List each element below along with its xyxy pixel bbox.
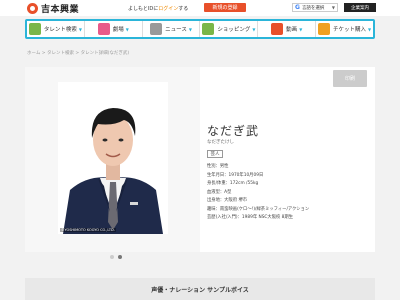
chevron-down-icon: ▼	[299, 26, 303, 32]
profile-card: ©YOSHIMOTO KOGYO CO.,LTD. 印刷 なだぎ武 なだぎたけし…	[25, 67, 375, 252]
profile-detail-row: 生年月日：1970年10月09日	[207, 172, 264, 178]
nav-item-label: ショッピング	[217, 27, 251, 33]
nav-item-label: ニュース	[165, 27, 187, 33]
photo-area: ©YOSHIMOTO KOGYO CO.,LTD.	[25, 67, 200, 252]
nav-item-label: 劇場	[112, 27, 124, 33]
carousel-dots	[110, 255, 126, 259]
breadcrumb: ホーム > タレント検索 > タレント詳細(なだぎ武)	[27, 51, 130, 56]
main-nav: タレント検索 ▼ 劇場 ▼ ニュース ▼ ショッピング ▼ 動画 ▼ チケット購入 ▼	[25, 19, 375, 39]
carousel-dot[interactable]	[118, 255, 122, 259]
nav-item-5[interactable]: チケット購入 ▼	[316, 21, 373, 37]
carousel-dot[interactable]	[110, 255, 114, 259]
chevron-down-icon: ▼	[78, 26, 82, 32]
profile-detail-row: 血液型：A型	[207, 189, 232, 195]
nav-item-1[interactable]: 劇場 ▼	[85, 21, 143, 37]
voice-sample-section-header: 声優・ナレーション サンプルボイス	[25, 278, 375, 300]
profile-detail-row: 身長/体重：172cm /55kg	[207, 181, 259, 186]
talent-photo: ©YOSHIMOTO KOGYO CO.,LTD.	[58, 82, 168, 234]
nav-item-label: 動画	[286, 27, 298, 33]
chevron-down-icon: ▼	[331, 5, 335, 10]
news-icon	[150, 23, 163, 35]
video-icon	[271, 23, 284, 35]
profile-details: 性別：男性生年月日：1970年10月09日 身長/体重：172cm /55kg 血液…	[207, 163, 309, 223]
talent-name-kana: なだぎたけし	[207, 140, 234, 145]
nav-item-label: チケット購入	[333, 27, 367, 33]
chevron-down-icon: ▼	[188, 26, 192, 32]
talent-portrait-image	[58, 82, 168, 234]
nav-item-4[interactable]: 動画 ▼	[258, 21, 317, 37]
chevron-down-icon: ▼	[125, 26, 129, 32]
top-header: 吉本興業 よしもとIDにログインする 新規の登録 G 言語を選択 ▼ 企業案内	[0, 0, 400, 16]
nav-item-label: タレント検索	[43, 27, 77, 33]
profile-detail-row: 出身地：大阪府 堺市	[207, 198, 248, 203]
cart-icon	[202, 23, 215, 35]
logo-mark-icon	[27, 2, 38, 14]
register-button[interactable]: 新規の登録	[204, 3, 246, 12]
nav-item-2[interactable]: ニュース ▼	[143, 21, 201, 37]
corporate-info-button[interactable]: 企業案内	[344, 3, 376, 12]
profile-detail-row: 趣味：南蛮映画(ケロ～!)/緑茶ミッフィー/アクション	[207, 206, 310, 212]
profile-detail-row: 性別：男性	[207, 164, 229, 169]
category-tag[interactable]: 芸人	[207, 150, 223, 158]
talent-name: なだぎ武	[207, 124, 260, 138]
chevron-down-icon: ▼	[252, 26, 256, 32]
profile-detail-row: 芸歴(入社/入門)：1989年 NSC大阪校 8期生	[207, 215, 294, 220]
logo-text: 吉本興業	[41, 4, 80, 15]
theater-icon	[97, 23, 110, 35]
magnifier-icon	[28, 23, 41, 35]
nav-item-0[interactable]: タレント検索 ▼	[27, 21, 85, 37]
nav-item-3[interactable]: ショッピング ▼	[200, 21, 259, 37]
chevron-down-icon: ▼	[368, 26, 372, 32]
ticket-icon	[318, 23, 330, 35]
print-button[interactable]: 印刷	[333, 70, 367, 87]
google-icon: G	[295, 4, 300, 11]
language-select[interactable]: G 言語を選択 ▼	[292, 3, 338, 12]
login-link[interactable]: よしもとIDにログインする	[128, 5, 188, 12]
photo-credit: ©YOSHIMOTO KOGYO CO.,LTD.	[60, 228, 116, 232]
yoshimoto-logo[interactable]: 吉本興業	[27, 2, 80, 15]
